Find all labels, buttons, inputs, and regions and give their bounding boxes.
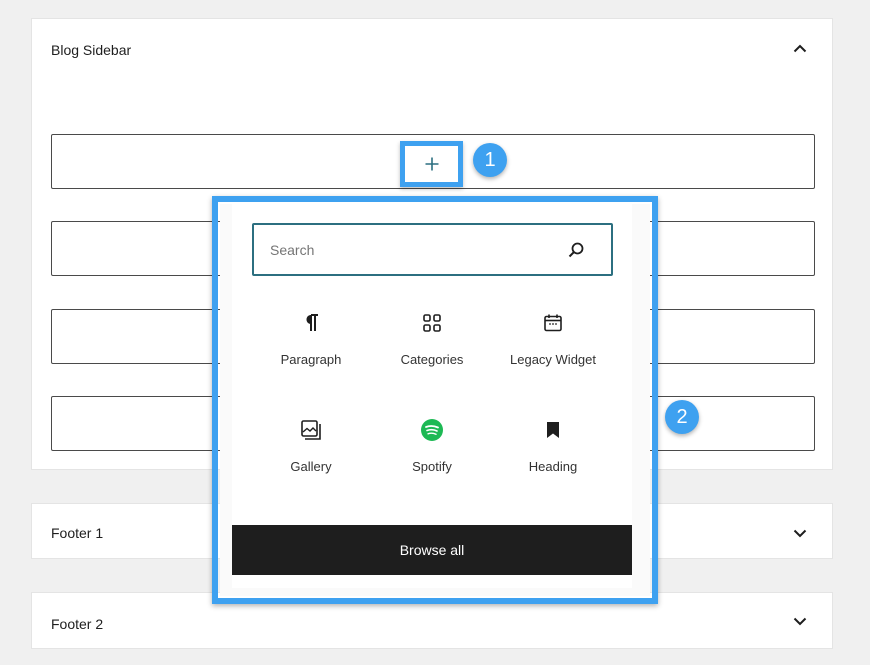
popover-highlight-frame <box>212 196 658 604</box>
annotation-badge: 1 <box>473 143 507 177</box>
chevron-down-icon <box>793 529 807 537</box>
annotation-badge: 2 <box>665 400 699 434</box>
expand-toggle-button[interactable] <box>790 611 810 631</box>
chevron-up-icon <box>793 44 807 52</box>
plus-icon <box>425 157 438 171</box>
widget-area-title: Footer 1 <box>51 525 104 541</box>
add-block-button[interactable] <box>400 141 463 187</box>
collapse-toggle-button[interactable] <box>790 38 810 58</box>
widget-area-title: Footer 2 <box>51 616 104 632</box>
widget-area-title: Blog Sidebar <box>51 42 132 58</box>
chevron-down-icon <box>793 617 807 625</box>
expand-toggle-button[interactable] <box>790 523 810 543</box>
